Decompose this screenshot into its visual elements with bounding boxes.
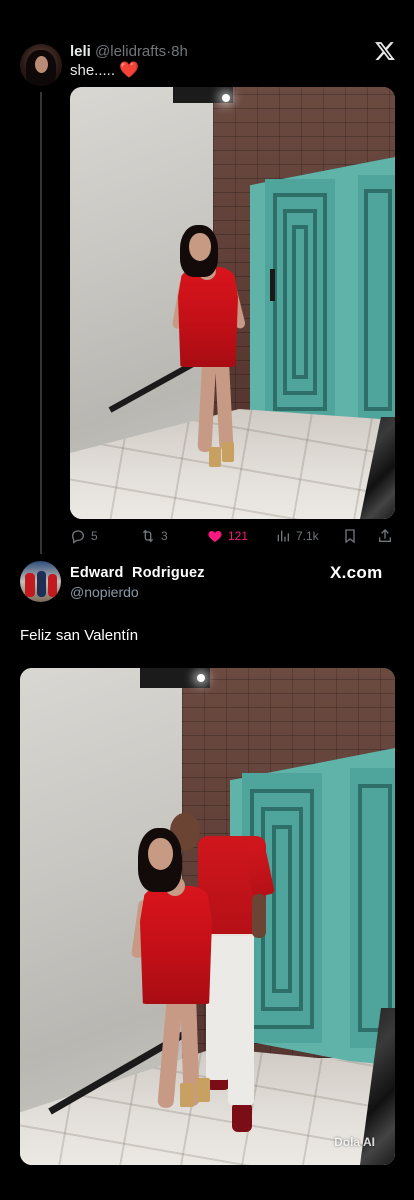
timestamp[interactable]: 8h xyxy=(171,43,188,60)
heart-icon xyxy=(208,531,222,542)
thread-connector-line xyxy=(40,92,42,554)
x-logo-icon xyxy=(375,42,395,60)
tweet-leli[interactable]: leli @lelidrafts·8h she..... ❤️ 5 3 121 … xyxy=(0,0,414,555)
bookmark-icon xyxy=(345,529,355,544)
display-name[interactable]: leli xyxy=(70,43,91,60)
share-icon xyxy=(379,529,391,542)
tweet-actions: 5 3 121 7.1k xyxy=(70,526,396,546)
views-button[interactable]: 7.1k xyxy=(275,526,319,546)
retweet-count: 3 xyxy=(161,529,168,543)
reply-button[interactable]: 5 xyxy=(70,526,98,546)
share-button[interactable] xyxy=(377,526,393,546)
reply-count: 5 xyxy=(91,529,98,543)
tweet-photo-couple[interactable]: Dola AI xyxy=(20,668,395,1165)
tweet-header: leli @lelidrafts·8h xyxy=(70,43,188,61)
user-avatar-edward[interactable] xyxy=(20,561,61,602)
x-com-brand: X.com xyxy=(330,563,383,582)
reply-icon xyxy=(71,530,85,544)
retweet-icon xyxy=(142,529,154,543)
tweet-text-body: she..... xyxy=(70,62,116,79)
tweet-photo[interactable] xyxy=(70,87,395,519)
user-handle-edward[interactable]: @nopierdo xyxy=(70,584,139,600)
views-icon xyxy=(277,530,289,542)
user-handle[interactable]: @lelidrafts xyxy=(95,43,166,60)
views-count: 7.1k xyxy=(296,529,319,543)
display-name-edward[interactable]: Edward Rodriguez xyxy=(70,565,205,581)
like-button[interactable]: 121 xyxy=(207,526,248,546)
red-heart-emoji: ❤️ xyxy=(119,62,140,79)
dola-ai-watermark: Dola AI xyxy=(334,1135,375,1149)
like-count: 121 xyxy=(228,529,249,543)
tweet-text-edward: Feliz san Valentín xyxy=(20,627,139,644)
retweet-button[interactable]: 3 xyxy=(140,526,168,546)
user-avatar[interactable] xyxy=(20,44,62,86)
tweet-text: she..... ❤️ xyxy=(70,62,139,80)
bookmark-button[interactable] xyxy=(342,526,358,546)
